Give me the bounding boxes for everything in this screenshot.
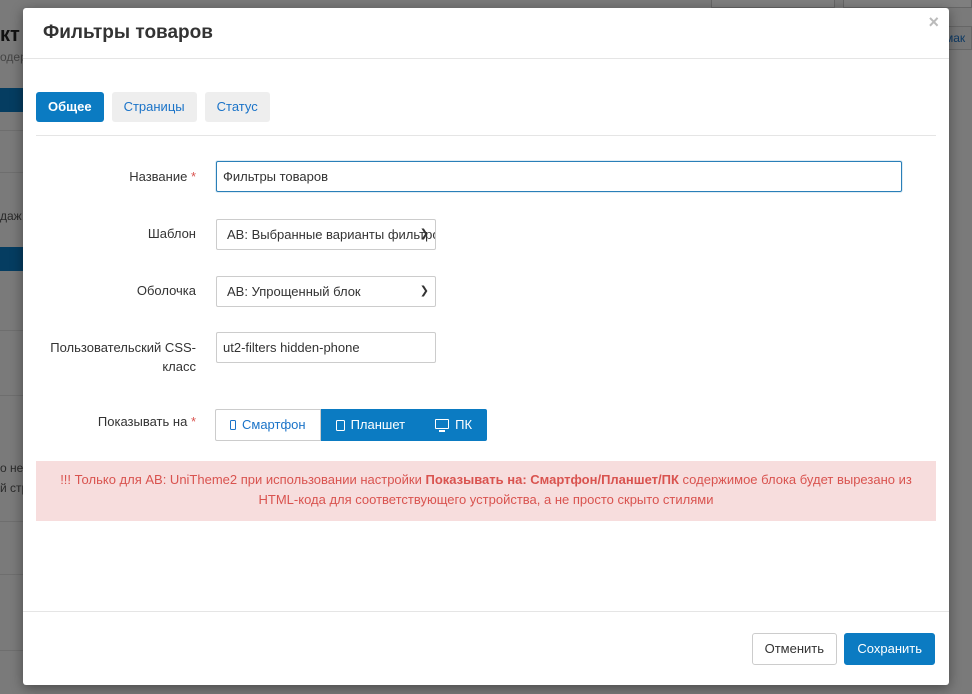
template-label: Шаблон [147,226,196,241]
device-toggle-smartphone[interactable]: Смартфон [215,409,321,441]
tabs-divider [36,135,936,136]
cancel-button[interactable]: Отменить [751,633,837,665]
template-select[interactable]: AB: Выбранные варианты фильтров ❯ [216,219,436,250]
smartphone-icon [230,420,236,430]
name-label: Название * [129,169,196,184]
modal-tabs: Общее Страницы Статус [36,92,270,122]
tab-status[interactable]: Статус [204,92,270,122]
modal-footer: Отменить Сохранить [23,611,949,685]
block-settings-modal: Фильтры товаров × Общее Страницы Статус … [23,8,949,685]
desktop-icon [435,419,450,432]
template-select-value: AB: Выбранные варианты фильтров [227,227,436,242]
required-mark: * [190,169,196,184]
name-input[interactable] [216,161,902,192]
device-toggle-tablet[interactable]: Планшет [320,409,421,441]
device-toggle-desktop[interactable]: ПК [420,409,488,441]
wrapper-label: Оболочка [136,283,196,298]
required-mark: * [190,414,196,429]
tab-general[interactable]: Общее [36,92,104,122]
close-icon[interactable]: × [928,12,939,33]
css-class-input[interactable] [216,332,436,363]
wrapper-select[interactable]: AB: Упрощенный блок ❯ [216,276,436,307]
chevron-down-icon: ❯ [419,228,429,240]
modal-title: Фильтры товаров [43,22,213,43]
chevron-down-icon: ❯ [419,285,429,297]
warning-alert: !!! Только для AB: UniTheme2 при использ… [36,461,936,521]
css-class-label: Пользовательский CSS- класс [50,340,196,374]
save-button[interactable]: Сохранить [844,633,935,665]
tab-pages[interactable]: Страницы [111,92,197,122]
device-toggle-group: Смартфон Планшет ПК [215,409,488,441]
modal-header: Фильтры товаров × [23,8,949,59]
tablet-icon [335,419,345,431]
show-on-label: Показывать на * [97,414,196,429]
wrapper-select-value: AB: Упрощенный блок [227,284,361,299]
